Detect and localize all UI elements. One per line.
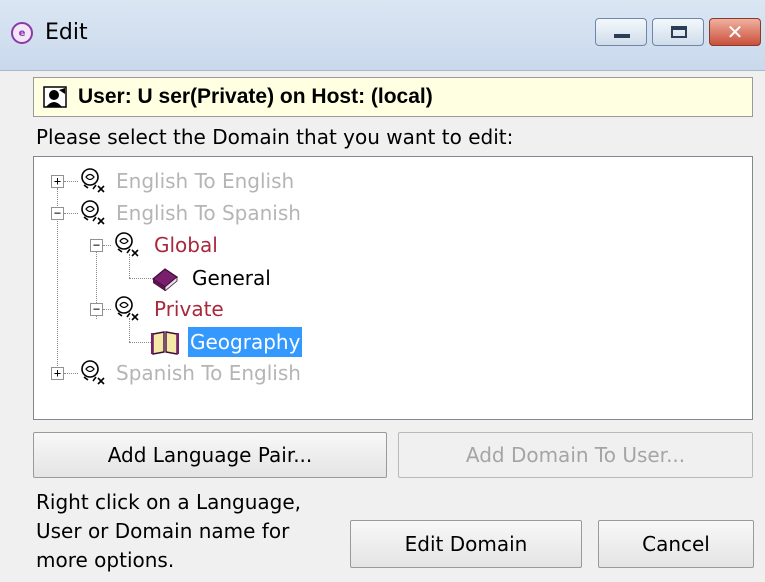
open-book-icon xyxy=(151,331,179,355)
user-group-icon xyxy=(115,296,139,321)
closed-book-icon xyxy=(151,268,179,291)
collapse-toggle[interactable]: − xyxy=(90,303,103,316)
tree-connector xyxy=(129,278,151,279)
tree-connector xyxy=(103,309,111,310)
tree-connector xyxy=(64,213,78,214)
add-language-pair-button[interactable]: Add Language Pair... xyxy=(33,432,387,478)
right-click-hint: Right click on a Language, User or Domai… xyxy=(36,490,302,572)
minimize-button[interactable] xyxy=(595,18,647,46)
minimize-icon xyxy=(614,34,630,38)
expand-toggle[interactable]: + xyxy=(51,175,64,188)
edit-dialog: e Edit ✕ User: U ser(Private) on Host: (… xyxy=(0,0,765,582)
user-header: User: U ser(Private) on Host: (local) xyxy=(33,77,753,117)
close-icon: ✕ xyxy=(726,20,744,44)
tree-connector xyxy=(64,373,78,374)
tree-node-spanish-to-english[interactable]: Spanish To English xyxy=(116,358,301,388)
tree-node-general[interactable]: General xyxy=(192,263,271,293)
tree-node-private[interactable]: Private xyxy=(154,294,224,324)
collapse-toggle[interactable]: − xyxy=(51,207,64,220)
collapse-toggle[interactable]: − xyxy=(90,239,103,252)
tree-node-english-to-english[interactable]: English To English xyxy=(116,166,294,196)
window-title: Edit xyxy=(45,20,88,45)
close-button[interactable]: ✕ xyxy=(709,18,761,46)
title-bar[interactable]: e Edit ✕ xyxy=(0,0,765,71)
tree-node-geography[interactable]: Geography xyxy=(188,327,303,357)
instruction-text: Please select the Domain that you want t… xyxy=(36,125,514,149)
app-icon: e xyxy=(11,22,33,44)
cancel-button[interactable]: Cancel xyxy=(598,520,754,568)
tree-connector xyxy=(103,245,111,246)
maximize-icon xyxy=(671,26,687,38)
language-pair-icon xyxy=(81,360,105,385)
user-icon xyxy=(43,86,67,108)
tree-node-english-to-spanish[interactable]: English To Spanish xyxy=(116,198,301,228)
edit-domain-button[interactable]: Edit Domain xyxy=(350,520,582,568)
user-host-label: User: U ser(Private) on Host: (local) xyxy=(78,85,433,108)
add-domain-to-user-button[interactable]: Add Domain To User... xyxy=(398,432,753,478)
maximize-button[interactable] xyxy=(652,18,704,46)
language-pair-icon xyxy=(81,200,105,225)
language-pair-icon xyxy=(81,168,105,193)
expand-toggle[interactable]: + xyxy=(51,367,64,380)
domain-tree[interactable]: + English To English − English To Spanis… xyxy=(33,156,753,420)
tree-connector xyxy=(129,342,151,343)
user-group-icon xyxy=(115,232,139,257)
tree-node-global[interactable]: Global xyxy=(154,230,218,260)
tree-connector xyxy=(64,181,78,182)
